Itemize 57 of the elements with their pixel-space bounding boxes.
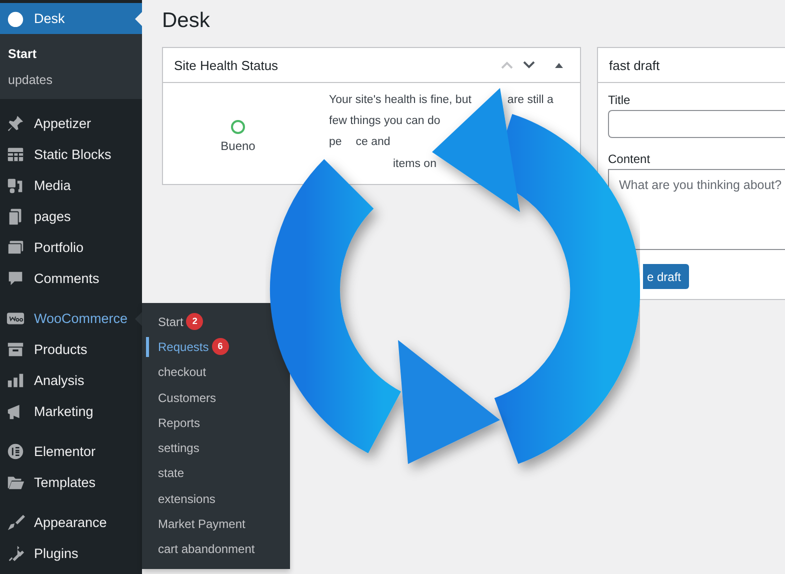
current-marker — [146, 337, 149, 357]
menu-icon — [6, 9, 25, 28]
submenu-item[interactable]: Start — [8, 41, 36, 67]
sidebar-item[interactable]: Marketing — [0, 396, 142, 427]
flyout-item[interactable]: Start 2 — [142, 309, 290, 334]
field-label: Title — [608, 93, 630, 107]
widget-title: fast draft — [609, 58, 661, 72]
sidebar-item[interactable]: pages — [0, 201, 142, 232]
sidebar-item[interactable]: Products — [0, 334, 142, 365]
menu-icon — [6, 238, 25, 257]
content-textarea-field[interactable]: What are you thinking about? — [608, 169, 785, 250]
sidebar-item[interactable]: Appearance — [0, 507, 142, 538]
flyout-item[interactable]: settings — [142, 435, 290, 461]
sidebar-item[interactable]: Plugins — [0, 538, 142, 569]
sidebar-item[interactable]: Static Blocks — [0, 139, 142, 170]
count-badge: 6 — [212, 338, 229, 356]
health-text: pe — [329, 136, 342, 148]
title-input-field[interactable] — [608, 110, 785, 138]
pointer-notch-icon — [135, 12, 142, 26]
health-status: Bueno — [220, 139, 256, 153]
menu-icon — [6, 114, 25, 133]
sidebar-item[interactable]: Comments — [0, 263, 142, 294]
submenu-item[interactable]: updates — [8, 67, 52, 93]
flyout-item[interactable]: Market Payment — [142, 511, 290, 537]
health-text: Your site's health is fine, but — [329, 94, 472, 106]
sidebar-item[interactable]: Templates — [0, 467, 142, 498]
flyout-item[interactable]: cart abandonment — [142, 536, 290, 562]
sidebar-item[interactable]: Elementor — [0, 436, 142, 467]
sidebar-item[interactable]: Media — [0, 170, 142, 201]
sidebar-item[interactable]: Portfolio — [0, 232, 142, 263]
menu-icon — [6, 442, 25, 461]
flyout-item[interactable]: state — [142, 460, 290, 486]
health-text: items on — [393, 158, 436, 170]
sidebar-item[interactable]: WooCommerce — [0, 303, 142, 334]
widget-title: Site Health Status — [174, 58, 280, 72]
menu-icon — [6, 145, 25, 164]
save-draft-button[interactable]: e draft — [643, 264, 690, 289]
sidebar-item[interactable]: Analysis — [0, 365, 142, 396]
flyout-item[interactable]: Requests 6 — [142, 334, 290, 360]
count-badge: 2 — [186, 313, 204, 330]
sidebar-item[interactable]: Desk — [0, 3, 142, 34]
sidebar-item[interactable]: Appetizer — [0, 108, 142, 139]
menu-icon — [6, 371, 25, 390]
health-text: ce and — [356, 136, 390, 148]
health-text: few things you can do — [329, 114, 440, 127]
page-title: Desk — [162, 9, 210, 33]
health-text: are still a — [507, 94, 554, 106]
flyout-item[interactable]: checkout — [142, 360, 290, 385]
status-ring-icon — [231, 120, 245, 134]
flyout-item[interactable]: Reports — [142, 410, 290, 436]
flyout-item[interactable]: Customers — [142, 384, 290, 410]
menu-icon — [6, 544, 25, 563]
menu-icon — [6, 176, 25, 195]
menu-icon — [6, 340, 25, 359]
flyout-item[interactable]: extensions — [142, 486, 290, 512]
field-label: Content — [608, 152, 650, 166]
menu-icon — [6, 513, 25, 532]
